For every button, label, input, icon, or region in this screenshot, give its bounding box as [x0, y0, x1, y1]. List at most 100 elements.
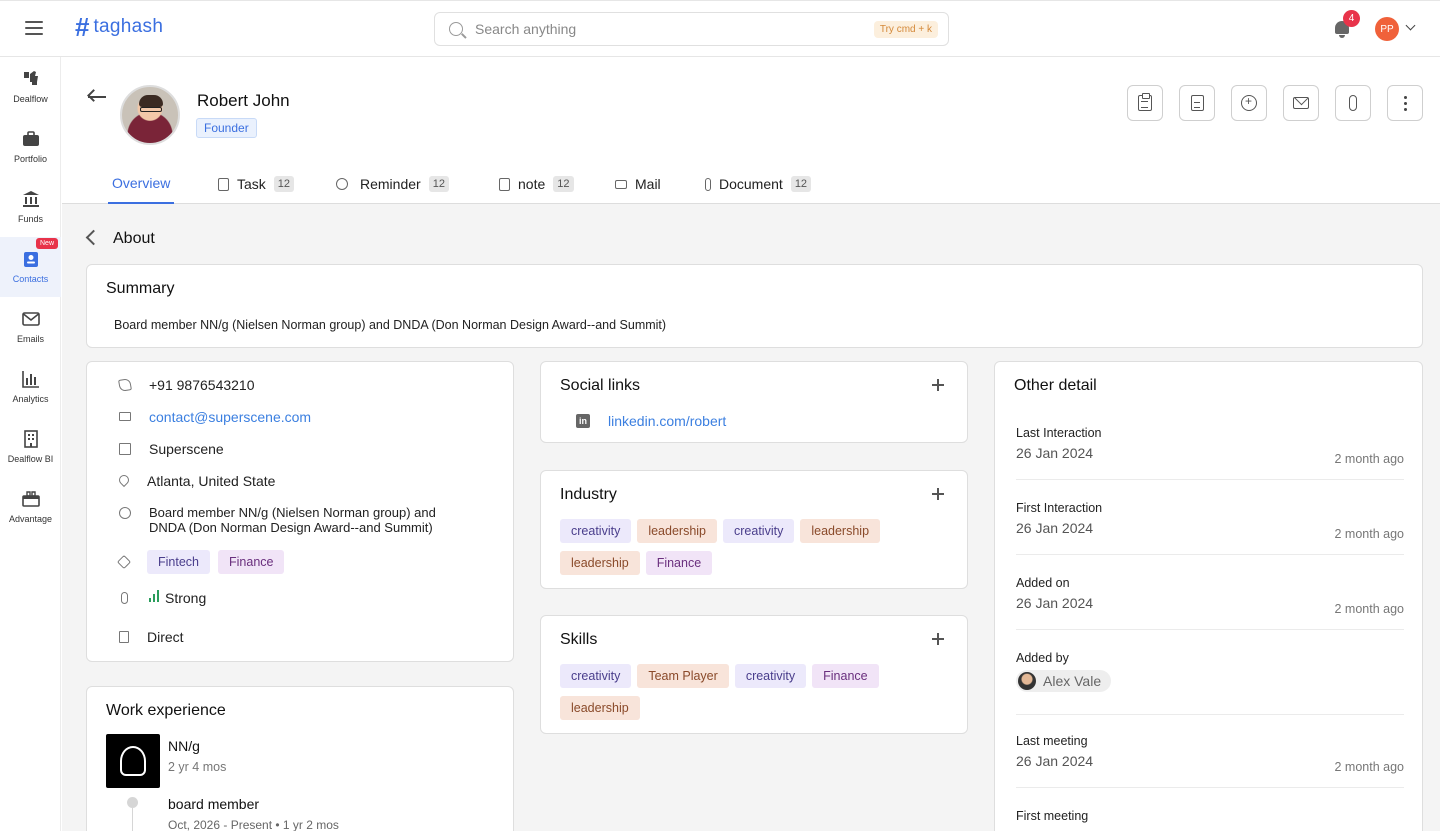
- skill-chip[interactable]: creativity: [734, 664, 807, 688]
- detail-relative-time: 2 month ago: [1334, 527, 1405, 541]
- add-note-button[interactable]: [1179, 85, 1215, 121]
- user-avatar[interactable]: PP: [1375, 17, 1399, 41]
- bio-row: Board member NN/g (Nielsen Norman group)…: [119, 505, 436, 535]
- more-options-button[interactable]: [1387, 85, 1423, 121]
- profile-avatar: [120, 85, 180, 145]
- detail-row-added-by: Added by Alex Vale: [1016, 651, 1404, 715]
- tags-row: Fintech Finance: [116, 550, 290, 582]
- sidebar-item-advantage[interactable]: Advantage: [0, 477, 61, 537]
- tab-label: note: [518, 176, 546, 192]
- summary-title: Summary: [106, 280, 175, 297]
- avatar: [1018, 672, 1036, 690]
- contact-source: Direct: [147, 629, 184, 645]
- add-task-button[interactable]: [1127, 85, 1163, 121]
- tab-label: Mail: [635, 176, 661, 192]
- section-title: About: [113, 230, 155, 247]
- app-logo[interactable]: # taghash: [75, 14, 163, 40]
- kebab-menu-icon: [1403, 95, 1407, 111]
- add-social-link-plus-icon[interactable]: [932, 379, 944, 391]
- contact-card-icon: [23, 252, 38, 267]
- back-arrow-icon[interactable]: [87, 88, 107, 106]
- tab-overview[interactable]: Overview: [108, 164, 175, 204]
- company-name: Superscene: [149, 441, 224, 457]
- industry-chip[interactable]: leadership: [637, 519, 718, 543]
- skill-chip[interactable]: Team Player: [637, 664, 729, 688]
- notification-count-badge: 4: [1343, 10, 1360, 27]
- detail-row-first-interaction: First Interaction 26 Jan 2024 2 month ag…: [1016, 501, 1404, 555]
- detail-row-first-meeting: First meeting: [1016, 809, 1404, 831]
- send-mail-button[interactable]: [1283, 85, 1319, 121]
- linkedin-url[interactable]: linkedin.com/robert: [608, 413, 726, 429]
- sidebar-item-dealflow-bi[interactable]: Dealflow BI: [0, 417, 61, 477]
- mail-icon: [21, 312, 40, 326]
- tag-icon: [116, 554, 132, 570]
- attach-button[interactable]: [1335, 85, 1371, 121]
- paperclip-icon: [705, 177, 711, 191]
- company-logo: [106, 734, 160, 788]
- hamburger-menu-icon[interactable]: [25, 21, 43, 35]
- tab-note[interactable]: note 12: [499, 164, 574, 204]
- industry-chip[interactable]: creativity: [560, 519, 632, 543]
- sidebar-item-emails[interactable]: Emails: [0, 297, 61, 357]
- chevron-down-icon[interactable]: [1405, 20, 1416, 31]
- social-links-title: Social links: [560, 377, 641, 394]
- location-row: Atlanta, United State: [116, 472, 275, 489]
- sidebar-item-label: Funds: [17, 214, 43, 224]
- industry-title: Industry: [560, 486, 617, 503]
- tab-mail[interactable]: Mail: [615, 164, 661, 204]
- skills-chip-list: creativity Team Player creativity Financele…: [560, 664, 940, 728]
- top-bar: # taghash Try cmd + k 4 PP: [0, 0, 1440, 57]
- industry-chip[interactable]: creativity: [723, 519, 795, 543]
- tag-chip[interactable]: Fintech: [147, 550, 210, 574]
- industry-chip[interactable]: leadership: [560, 551, 640, 575]
- search-input[interactable]: [475, 21, 874, 37]
- linkedin-link[interactable]: in linkedin.com/robert: [576, 413, 726, 429]
- app-name: taghash: [93, 16, 164, 37]
- briefcase-icon: [22, 131, 39, 146]
- email-link[interactable]: contact@superscene.com: [149, 409, 311, 425]
- company-name: NN/g: [168, 738, 200, 754]
- sidebar-item-label: Contacts: [12, 274, 49, 284]
- sidebar-item-contacts[interactable]: New Contacts: [0, 237, 61, 297]
- company-row: Superscene: [119, 441, 224, 457]
- role-tag: Founder: [196, 118, 257, 138]
- tab-task[interactable]: Task 12: [218, 164, 295, 204]
- other-detail-title: Other detail: [1014, 377, 1097, 394]
- tag-chip[interactable]: Finance: [218, 550, 285, 574]
- phone-icon: [118, 378, 132, 392]
- phone-number[interactable]: +91 9876543210: [149, 377, 255, 393]
- sidebar-item-analytics[interactable]: Analytics: [0, 357, 61, 417]
- sidebar-item-portfolio[interactable]: Portfolio: [0, 117, 61, 177]
- industry-card: Industry creativity leadership creativity l…: [540, 470, 968, 589]
- sidebar-item-funds[interactable]: Funds: [0, 177, 61, 237]
- tab-count-badge: 12: [553, 176, 574, 192]
- industry-chip[interactable]: leadership: [800, 519, 881, 543]
- work-duration: 2 yr 4 mos: [168, 760, 227, 774]
- industry-chip[interactable]: Finance: [645, 551, 713, 575]
- tab-bar: Overview Task 12 Reminder 12 note 12 Mai…: [62, 164, 1440, 204]
- skill-chip[interactable]: Finance: [812, 664, 879, 688]
- add-skill-plus-icon[interactable]: [932, 633, 944, 645]
- microphone-icon: [121, 592, 128, 604]
- timeline-line: [132, 808, 133, 831]
- detail-row-last-interaction: Last Interaction 26 Jan 2024 2 month ago: [1016, 426, 1404, 480]
- gift-icon: [21, 491, 40, 507]
- person-chip[interactable]: Alex Vale: [1016, 670, 1112, 692]
- mail-icon: [119, 412, 131, 421]
- detail-relative-time: 2 month ago: [1334, 602, 1405, 616]
- add-industry-plus-icon[interactable]: [932, 488, 944, 500]
- skill-chip[interactable]: creativity: [560, 664, 632, 688]
- sidebar-item-dealflow[interactable]: Dealflow: [0, 57, 61, 117]
- add-reminder-button[interactable]: [1231, 85, 1267, 121]
- document-icon: [1190, 95, 1204, 111]
- tab-label: Document: [719, 176, 783, 192]
- summary-text: Board member NN/g (Nielsen Norman group)…: [114, 318, 667, 332]
- skill-chip[interactable]: leadership: [560, 696, 640, 720]
- phone-row: +91 9876543210: [118, 377, 255, 393]
- tab-reminder[interactable]: Reminder 12: [336, 164, 449, 204]
- search-bar[interactable]: Try cmd + k: [434, 12, 949, 46]
- tab-document[interactable]: Document 12: [705, 164, 812, 204]
- paperclip-icon: [1349, 95, 1357, 111]
- person-name: Alex Vale: [1043, 673, 1102, 689]
- email-row: contact@superscene.com: [119, 409, 311, 425]
